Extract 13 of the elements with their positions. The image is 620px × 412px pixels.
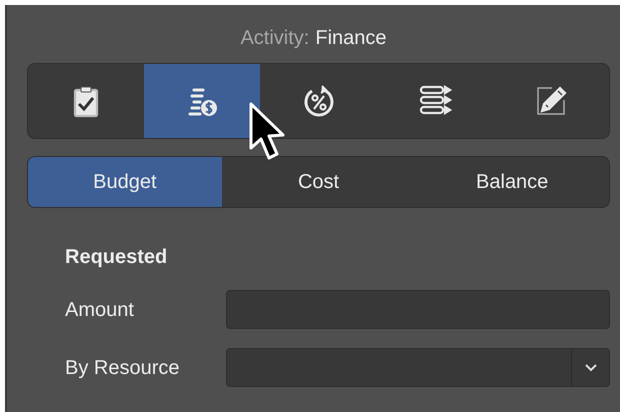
field-label: Amount (65, 298, 135, 322)
segment-tab[interactable]: Balance (415, 157, 609, 207)
segment-tab[interactable]: Cost (222, 157, 416, 207)
section-heading: Requested (65, 245, 168, 270)
field-label: By Resource (65, 356, 180, 380)
header-value: Finance (315, 26, 387, 51)
dropdown-field[interactable] (226, 348, 610, 387)
icon-tab[interactable] (144, 64, 260, 138)
chevron-down-icon (584, 364, 596, 372)
segment-tab[interactable]: Budget (28, 157, 222, 207)
input-field[interactable] (226, 290, 610, 329)
header-label: Activity: (240, 26, 310, 51)
percent-cycle-icon (302, 84, 336, 118)
